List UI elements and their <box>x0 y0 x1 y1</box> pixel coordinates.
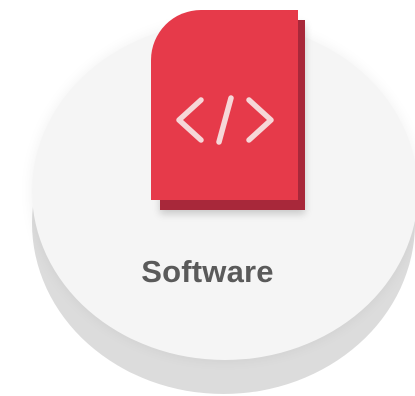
software-category-tile[interactable]: Software <box>0 0 415 396</box>
file-card-front <box>151 10 298 200</box>
code-brackets-icon <box>176 95 274 145</box>
category-label: Software <box>141 254 274 289</box>
software-file-card[interactable] <box>151 10 305 210</box>
